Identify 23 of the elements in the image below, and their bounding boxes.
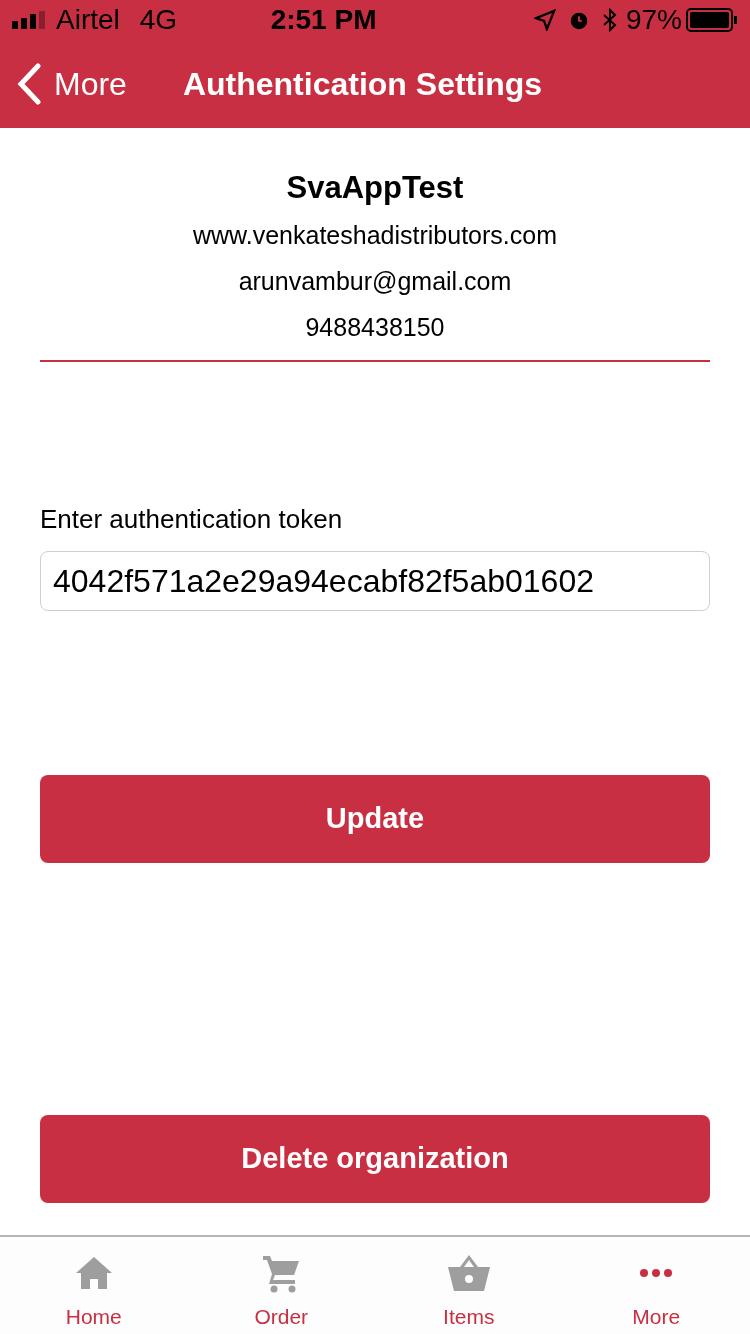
carrier-name: Airtel xyxy=(56,3,120,37)
tab-item[interactable]: Order xyxy=(187,1237,375,1334)
delete-button[interactable]: Delete organization xyxy=(40,1115,710,1203)
chevron-left-icon xyxy=(16,63,42,105)
phone-text: 9488438150 xyxy=(305,312,445,343)
location-icon xyxy=(533,9,556,31)
status-time: 2:51 PM xyxy=(270,3,377,37)
battery-icon xyxy=(686,8,738,32)
website-text: www.venkateshadistributors.com xyxy=(192,220,557,251)
tab-item[interactable]: More xyxy=(562,1237,750,1334)
battery-percent: 97% xyxy=(625,3,682,37)
update-button[interactable]: Update xyxy=(40,775,710,863)
tab-item[interactable]: Home xyxy=(0,1237,188,1334)
token-field[interactable]: 4042f571a2e29a94ecabf82f5ab01602 xyxy=(40,551,710,611)
network-type: 4G xyxy=(139,3,178,37)
organization-name: SvaAppTest xyxy=(286,169,464,207)
bluetooth-icon xyxy=(601,8,618,32)
back-button[interactable]: More xyxy=(16,60,127,108)
token-label: Enter authentication token xyxy=(40,503,344,536)
signal-icon xyxy=(12,11,48,29)
screen-title: Authentication Settings xyxy=(182,65,542,104)
email-text: arunvambur@gmail.com xyxy=(238,266,512,297)
tab-item[interactable]: Items xyxy=(375,1237,563,1334)
